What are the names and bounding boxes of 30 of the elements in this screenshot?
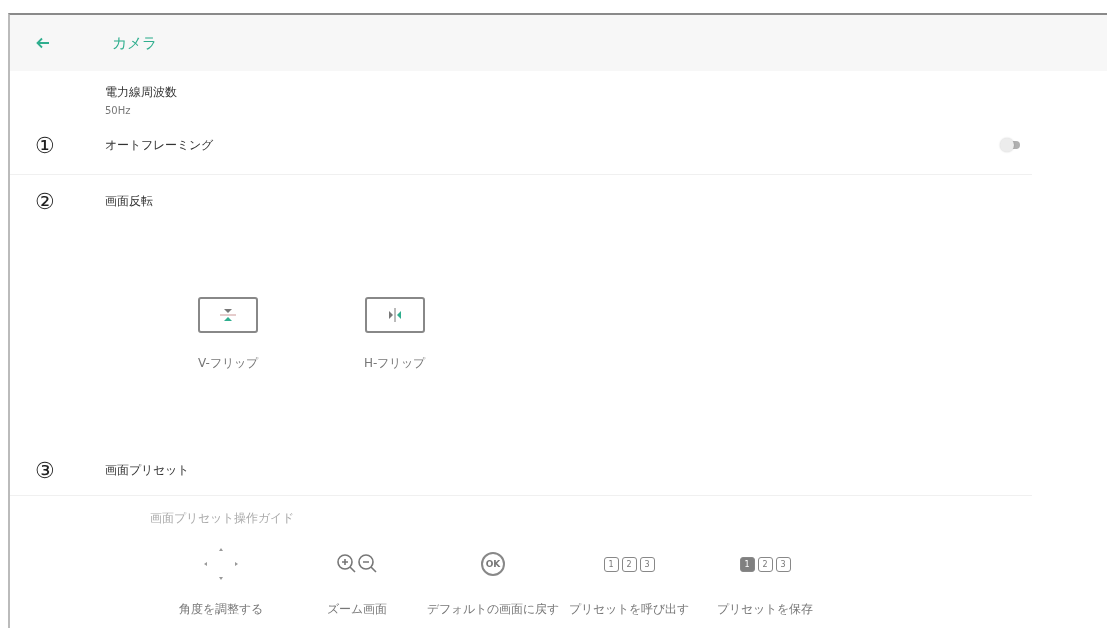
number-key-icon: 2 — [757, 556, 773, 572]
number-key-icon: 1 — [603, 556, 619, 572]
setting-value: 50Hz — [105, 105, 132, 116]
guide-label: プリセットを呼び出す — [569, 601, 689, 618]
flip-label: H-フリップ — [364, 355, 426, 372]
annotation-number: ③ — [34, 457, 56, 483]
flip-button[interactable] — [364, 297, 425, 333]
number-key-icon: 2 — [621, 556, 637, 572]
number-key-icon: 3 — [775, 556, 791, 572]
number-key-icon: 3 — [639, 556, 655, 572]
guide-label: ズーム画面 — [327, 601, 387, 618]
guide-title: 画面プリセット操作ガイド — [150, 510, 295, 527]
number-key-icon: 1 — [739, 556, 755, 572]
guide-label: 角度を調整する — [179, 601, 263, 618]
setting-label: オートフレーミング — [105, 136, 213, 154]
annotation-number: ① — [34, 132, 56, 158]
back-button[interactable] — [36, 37, 50, 49]
ok-icon: OK — [481, 552, 505, 576]
guide-label: デフォルトの画面に戻す — [427, 601, 559, 618]
setting-label: 画面反転 — [105, 192, 153, 210]
toggle-switch[interactable] — [1000, 138, 1022, 152]
page-title: カメラ — [112, 33, 157, 53]
setting-label: 画面プリセット — [105, 461, 189, 479]
direction-arrows-icon — [203, 547, 239, 581]
annotation-number: ② — [34, 188, 56, 214]
flip-label: V-フリップ — [198, 355, 258, 372]
setting-label: 電力線周波数 — [105, 84, 178, 101]
vertical-flip-icon — [218, 307, 238, 323]
guide-label: プリセットを保存 — [717, 601, 813, 618]
flip-button[interactable] — [198, 297, 258, 333]
